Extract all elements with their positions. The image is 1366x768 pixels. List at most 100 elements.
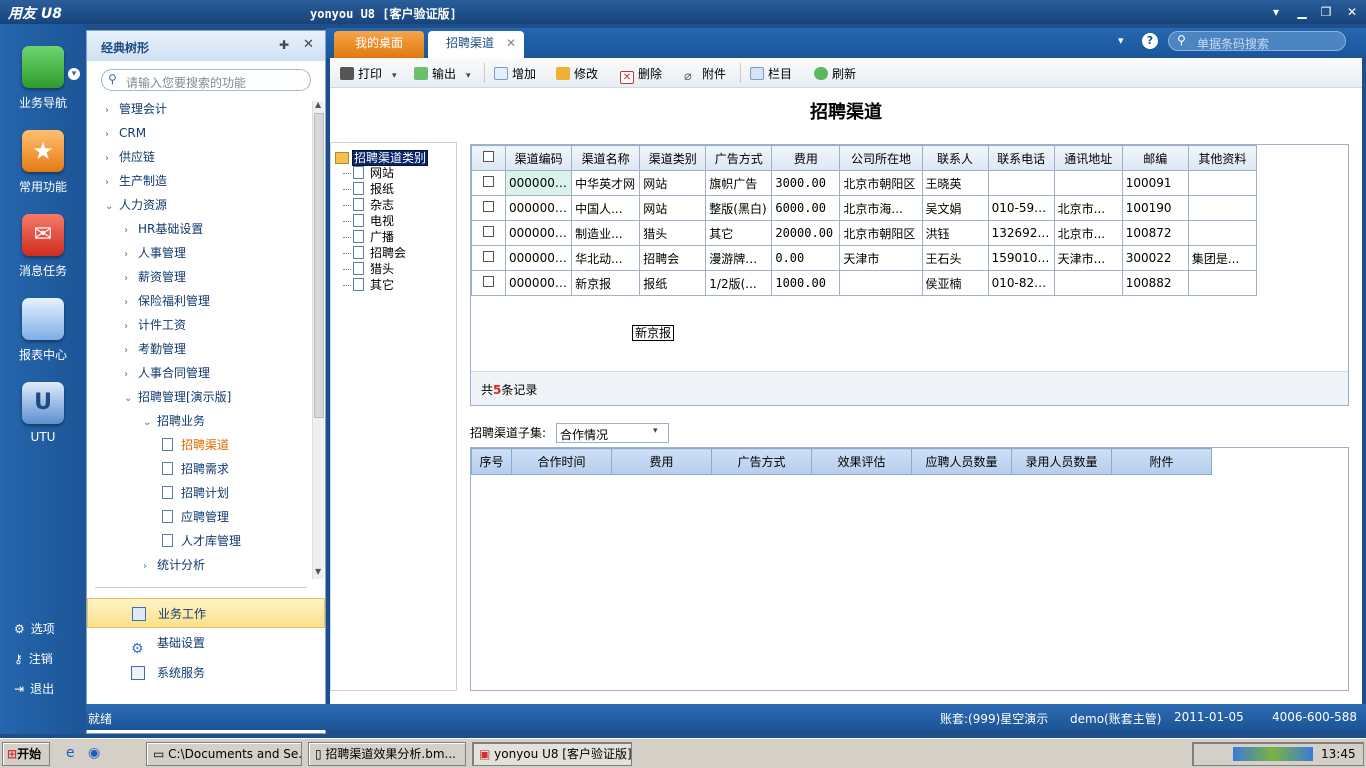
row-checkbox[interactable] [470,270,507,296]
chevron-right-icon[interactable]: › [124,243,138,267]
tree-node[interactable]: ⌄ 人力资源 [87,193,311,217]
column-header[interactable]: 通讯地址 [1053,145,1123,171]
category-node[interactable]: 广播 [343,229,406,245]
table-cell[interactable] [987,170,1055,196]
table-cell[interactable]: 网站 [639,195,707,221]
function-search-input[interactable]: ⚲ 请输入您要搜索的功能 [101,69,311,91]
subset-column-header[interactable]: 附件 [1111,448,1212,475]
quicklaunch-icon[interactable]: ◉ [88,745,100,761]
table-cell[interactable]: 天津市 [839,245,923,271]
barcode-search-input[interactable]: ⚲ 单据条码搜索 [1168,31,1346,51]
table-row[interactable]: 0000000001中华英才网网站旗帜广告3000.00北京市朝阳区王晓英 100… [470,170,1258,196]
tab-list-dropdown-icon[interactable]: ▾ [1118,34,1124,47]
tab-recruitment-channel[interactable]: 招聘渠道 ✕ [428,31,524,58]
chevron-right-icon[interactable]: › [124,315,138,339]
column-header[interactable]: 广告方式 [705,145,773,171]
table-cell[interactable]: 王石头 [921,245,989,271]
chevron-right-icon[interactable]: › [124,363,138,387]
chevron-down-icon[interactable]: ▾ [392,71,397,81]
tree-node[interactable]: › 生产制造 [87,169,311,193]
table-cell[interactable]: 100190 [1121,195,1189,221]
chevron-right-icon[interactable]: › [124,267,138,291]
table-cell[interactable]: 100882 [1121,270,1189,296]
tree-node[interactable]: › 保险福利管理 [87,289,311,313]
table-cell[interactable]: 20000.00 [771,220,841,246]
category-node[interactable]: 网站 [343,165,406,181]
tab-my-desktop[interactable]: 我的桌面 [334,31,424,58]
tree-node[interactable]: › 计件工资 [87,313,311,337]
subset-column-header[interactable]: 应聘人员数量 [911,448,1012,475]
table-cell[interactable] [1187,270,1258,296]
subset-column-header[interactable]: 录用人员数量 [1011,448,1112,475]
table-cell[interactable]: 6000.00 [771,195,841,221]
logout-button[interactable]: ⚷ 注销 [14,650,53,667]
tree-node[interactable]: › 管理会计 [87,97,311,121]
column-header[interactable]: 邮编 [1121,145,1189,171]
tree-node[interactable]: ⌄ 招聘管理[演示版] [87,385,311,409]
tree-node[interactable]: › 供应链 [87,145,311,169]
table-cell[interactable]: 0000000001 [505,170,573,196]
table-cell[interactable] [839,270,923,296]
taskbar-u8[interactable]: ▣ yonyou U8 [客户验证版] [472,742,632,766]
table-cell[interactable]: 新京报 [571,270,641,296]
table-cell[interactable]: 集团是... [1187,245,1258,271]
subset-select[interactable]: 合作情况 ▾ [556,423,669,443]
table-cell[interactable]: 吴文娟 [921,195,989,221]
print-button[interactable]: 打印 ▾ [340,65,397,82]
nav-report-center[interactable]: 报表中心 [10,298,76,363]
pin-icon[interactable]: ✚ [279,38,289,52]
scroll-up-icon[interactable]: ▲ [315,100,321,109]
table-row[interactable]: 0000000002中国人...网站整版(黑白)6000.00北京市海...吴文… [470,195,1258,221]
table-cell[interactable]: 100091 [1121,170,1189,196]
close-tab-icon[interactable]: ✕ [506,31,516,56]
start-button[interactable]: ⊞开始 [2,742,50,766]
chevron-right-icon[interactable]: › [105,147,119,171]
attachment-button[interactable]: ⌀ 附件 [684,65,726,83]
tree-node[interactable]: › 薪资管理 [87,265,311,289]
options-button[interactable]: ⚙ 选项 [14,620,55,637]
delete-button[interactable]: ✕ 删除 [620,65,662,84]
chevron-down-icon[interactable]: ▾ [68,68,80,80]
subset-column-header[interactable]: 合作时间 [511,448,612,475]
tree-node[interactable]: › HR基础设置 [87,217,311,241]
tree-node[interactable]: 招聘需求 [87,457,311,481]
close-window-icon[interactable]: ✕ [1344,4,1360,20]
table-cell[interactable]: 网站 [639,170,707,196]
table-cell[interactable]: 王晓英 [921,170,989,196]
table-cell[interactable]: 0000000002 [505,195,573,221]
table-cell[interactable]: 1326921... [987,220,1055,246]
category-basic-settings[interactable]: ⚙ 基础设置 [87,628,325,658]
table-cell[interactable]: 100872 [1121,220,1189,246]
column-header[interactable]: 渠道名称 [571,145,641,171]
category-node[interactable]: 电视 [343,213,406,229]
refresh-button[interactable]: 刷新 [814,65,856,82]
tree-node[interactable]: 应聘管理 [87,505,311,529]
table-cell[interactable]: 整版(黑白) [705,195,773,221]
table-cell[interactable]: 洪钰 [921,220,989,246]
table-cell[interactable]: 天津市... [1053,245,1123,271]
table-cell[interactable]: 北京市... [1053,220,1123,246]
tray-icons[interactable] [1233,747,1313,761]
table-cell[interactable] [1187,170,1258,196]
tree-scrollbar[interactable]: ▲ ▼ [312,100,324,579]
taskbar-explorer[interactable]: ▭ C:\Documents and Se... [146,742,302,766]
column-header[interactable]: 渠道编码 [505,145,573,171]
table-cell[interactable]: 其它 [705,220,773,246]
taskbar-bmp-file[interactable]: ▯ 招聘渠道效果分析.bm... [308,742,466,766]
tree-node[interactable]: 人才库管理 [87,529,311,553]
chevron-right-icon[interactable]: › [124,339,138,363]
category-node[interactable]: 招聘会 [343,245,406,261]
chevron-right-icon[interactable]: › [143,555,157,579]
table-cell[interactable]: 北京市海... [839,195,923,221]
category-node[interactable]: 猎头 [343,261,406,277]
table-cell[interactable]: 猎头 [639,220,707,246]
row-checkbox[interactable] [470,195,507,221]
table-row[interactable]: 0000000004华北动...招聘会漫游牌广告0.00天津市王石头159010… [470,245,1258,271]
column-header[interactable]: 公司所在地 [839,145,923,171]
add-button[interactable]: 增加 [494,65,536,82]
tree-node[interactable]: 招聘计划 [87,481,311,505]
subset-column-header[interactable]: 广告方式 [711,448,812,475]
tree-node[interactable]: › 考勤管理 [87,337,311,361]
table-cell[interactable]: 010-598... [987,195,1055,221]
table-cell[interactable]: 1590101... [987,245,1055,271]
